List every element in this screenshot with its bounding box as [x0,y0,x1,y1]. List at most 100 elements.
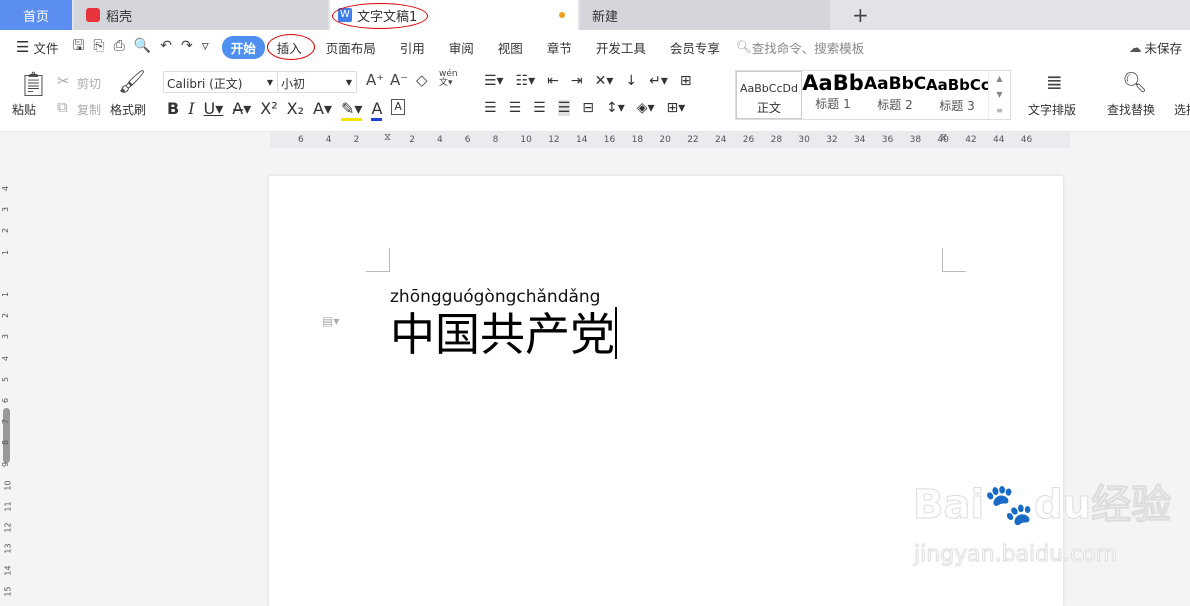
clear-format-icon[interactable]: ◇ [416,73,428,88]
align-justify-icon[interactable]: ☰ [557,100,571,116]
cut-button[interactable]: 剪切 [77,75,101,92]
font-size-value: 小初 [281,77,306,91]
font-name-select[interactable]: Calibri (正文) ▼ [163,71,278,93]
menu-tab-view[interactable]: 视图 [498,38,523,57]
menu-tab-references[interactable]: 引用 [400,38,425,57]
phonetic-guide-icon[interactable]: wén 文▾ [439,70,458,88]
quick-access-icons[interactable]: 🖫⎘⎙🔍↶↷▿ [72,35,217,59]
find-replace-button[interactable]: 查找替换 [1107,101,1155,118]
menu-tab-start[interactable]: 开始 [221,35,265,59]
char-border-icon[interactable]: A [391,99,405,115]
horizontal-ruler[interactable]: 6 4 2 2 4 6 8 10 12 14 16 18 20 22 24 26 28 30 32 34 36 38 40 4… [270,132,1070,148]
ruler-tick: 22 [687,135,699,145]
ruler-tick: 44 [993,135,1005,145]
file-menu[interactable]: 文件 [33,38,58,57]
save-status[interactable]: 未保存 [1144,38,1182,57]
increase-indent-icon[interactable]: ⇥ [571,73,583,89]
right-indent-marker-icon[interactable]: ⧖ [940,132,947,143]
cut-icon[interactable]: ✂ [57,74,70,89]
margin-corner [366,248,390,272]
style-preview: AaBbCc [926,76,988,94]
vertical-ruler[interactable]: 4 3 2 1 1 2 3 4 5 6 7 8 9 10 11 12 13 14 15 [0,176,14,599]
styles-scrollbar[interactable]: ▲ ▼ ≡ [988,71,1010,119]
align-right-icon[interactable]: ☰ [533,100,546,116]
style-preview: AaBb [802,71,864,95]
format-painter-icon[interactable]: 🖌︎ [118,72,146,94]
command-search[interactable]: 查找命令、搜索模板 [752,38,865,57]
align-left-icon[interactable]: ☰ [484,100,497,116]
annotation-ellipse [332,3,428,29]
font-name-value: Calibri (正文) [167,77,243,91]
tab-label: 新建 [592,9,619,25]
bullet-list-icon[interactable]: ☰▾ [484,73,504,89]
menu-tab-member[interactable]: 会员专享 [670,38,720,57]
vertical-scrollbar-thumb[interactable] [3,408,10,463]
paragraph-handle-icon[interactable]: ▤▾ [322,314,339,328]
ruler-tick: 14 [3,565,13,576]
style-heading-3[interactable]: AaBbCc 标题 3 [926,71,988,119]
paste-icon[interactable]: 📋︎ [18,72,48,96]
chinese-layout-icon[interactable]: ✕▾ [595,73,614,89]
tab-label: 稻壳 [106,9,133,25]
menu-tab-section[interactable]: 章节 [547,38,572,57]
style-heading-2[interactable]: AaBbC 标题 2 [864,71,926,119]
align-center-icon[interactable]: ☰ [509,100,522,116]
copy-button[interactable]: 复制 [77,101,101,118]
sort-icon[interactable]: ↓ [625,73,637,89]
style-heading-1[interactable]: AaBb 标题 1 [802,71,864,119]
menu-tab-review[interactable]: 审阅 [449,38,474,57]
line-spacing-icon[interactable]: ↕▾ [606,100,625,116]
italic-icon[interactable]: I [188,99,194,121]
indent-marker-icon[interactable]: ⧖ [384,132,391,143]
text-effect-icon[interactable]: A▾ [313,99,332,121]
superscript-icon[interactable]: X² [260,99,277,121]
tab-home[interactable]: 首页 [0,0,72,30]
ruler-tick: 6 [464,135,471,145]
highlight-icon[interactable]: ✎▾ [341,99,363,121]
font-size-select[interactable]: 小初 ▼ [277,71,357,93]
menu-tab-devtools[interactable]: 开发工具 [596,38,646,57]
copy-icon[interactable]: ⧉ [57,100,68,115]
document-text[interactable]: 中国共产党 [390,307,618,363]
menu-tab-layout[interactable]: 页面布局 [326,38,376,57]
decrease-indent-icon[interactable]: ⇤ [547,73,559,89]
tab-docer[interactable]: 稻壳 [74,0,328,30]
text-layout-button[interactable]: 文字排版 [1028,101,1076,118]
show-marks-icon[interactable]: ↵▾ [649,73,668,89]
ruler-tick: 3 [1,334,11,340]
shrink-font-icon[interactable]: A⁻ [390,73,408,88]
bold-icon[interactable]: B [167,99,179,121]
tab-document[interactable]: W 文字文稿1 [330,0,578,30]
new-tab-button[interactable]: + [840,0,869,30]
ruler-tick: 3 [1,207,11,213]
ruler-tick: 15 [3,586,13,597]
ruler-tick: 4 [437,135,443,145]
ruler-tick: 28 [770,135,783,145]
underline-icon[interactable]: U▾ [204,99,224,121]
paste-button[interactable]: 粘贴 [12,101,36,118]
ruler-tick: 10 [3,480,13,491]
distributed-icon[interactable]: ⊟ [582,100,594,116]
text-layout-icon[interactable]: ≣ [1046,72,1063,92]
plus-icon: + [852,3,869,27]
font-color-icon[interactable]: A [371,99,383,121]
strikethrough-icon[interactable]: A̶▾ [232,99,251,121]
select-button[interactable]: 选择 [1174,101,1190,118]
borders-icon[interactable]: ⊞▾ [667,100,686,116]
subscript-icon[interactable]: X₂ [287,99,304,121]
shading-icon[interactable]: ◈▾ [637,100,655,116]
style-normal[interactable]: AaBbCcDd 正文 [736,71,802,119]
grow-font-icon[interactable]: A⁺ [366,73,384,88]
menu-icon[interactable]: ☰ [16,38,29,56]
format-painter-button[interactable]: 格式刷 [110,101,146,118]
document-page[interactable]: ▤▾ zhōngguógòngchǎndǎng 中国共产党 Bai🐾du经验 j… [269,176,1172,606]
tab-stop-icon[interactable]: ⊞ [680,73,692,89]
chevron-down-icon: ▼ [345,78,352,87]
find-icon[interactable]: 🔍︎ [1122,72,1147,92]
ruler-tick: 46 [1020,135,1033,145]
tab-new[interactable]: 新建 [580,0,830,30]
ruler-tick: 30 [798,135,810,145]
phonetic-label: wén [439,69,458,79]
menu-tab-insert[interactable]: 插入 [266,33,315,60]
numbered-list-icon[interactable]: ☷▾ [516,73,536,89]
